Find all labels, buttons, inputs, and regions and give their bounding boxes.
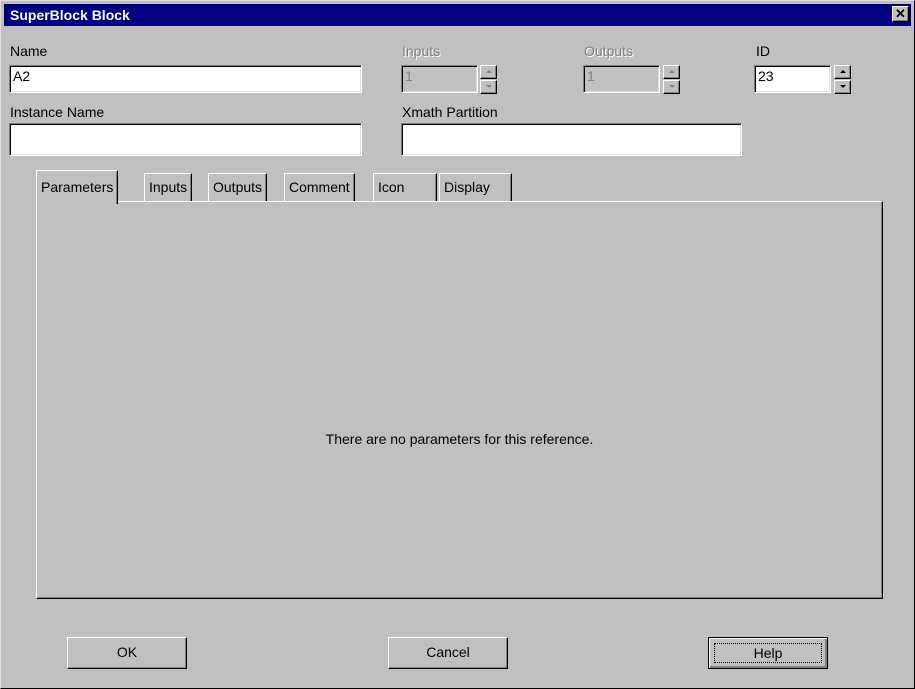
tab-parameters[interactable]: Parameters <box>36 170 119 204</box>
no-parameters-message: There are no parameters for this referen… <box>325 431 594 447</box>
tab-label: Inputs <box>149 179 188 195</box>
instance-name-field[interactable] <box>9 123 362 156</box>
tab-label: Icon <box>378 179 405 195</box>
help-button-label: Help <box>714 643 822 663</box>
outputs-field[interactable]: 1 <box>583 65 660 93</box>
help-button[interactable]: Help <box>708 637 828 669</box>
parameters-panel: There are no parameters for this referen… <box>36 201 883 599</box>
ok-button[interactable]: OK <box>67 637 187 669</box>
id-spin-down-button[interactable] <box>834 80 851 94</box>
tab-comment[interactable]: Comment <box>284 173 355 202</box>
tab-icon[interactable]: Icon <box>373 173 437 202</box>
inputs-spinner[interactable] <box>480 65 497 94</box>
tab-label: Display <box>444 179 490 195</box>
outputs-spin-down-button[interactable] <box>663 80 680 94</box>
tab-label: Comment <box>289 179 350 195</box>
superblock-dialog: SuperBlock Block ✕ Name A2 Inputs 1 Outp… <box>0 0 915 689</box>
close-icon: ✕ <box>895 6 906 21</box>
instance-name-label: Instance Name <box>10 104 105 120</box>
xmath-partition-field[interactable] <box>401 123 742 156</box>
tab-label: Parameters <box>41 179 114 195</box>
id-spin-up-button[interactable] <box>834 65 851 79</box>
id-label: ID <box>756 43 770 59</box>
name-field[interactable]: A2 <box>9 65 362 93</box>
tab-inputs[interactable]: Inputs <box>144 173 193 202</box>
inputs-spin-down-button[interactable] <box>480 80 497 94</box>
tab-outputs[interactable]: Outputs <box>208 173 268 202</box>
name-label: Name <box>10 43 48 59</box>
inputs-spin-up-button[interactable] <box>480 65 497 79</box>
window-title: SuperBlock Block <box>10 7 130 23</box>
inputs-label: Inputs <box>402 43 441 59</box>
tab-label: Outputs <box>213 179 263 195</box>
title-bar[interactable]: SuperBlock Block ✕ <box>4 4 911 26</box>
id-field[interactable]: 23 <box>754 65 831 93</box>
inputs-field[interactable]: 1 <box>401 65 478 93</box>
id-spinner[interactable] <box>834 65 851 94</box>
tab-display[interactable]: Display <box>439 173 512 202</box>
cancel-button[interactable]: Cancel <box>388 637 508 669</box>
outputs-spinner[interactable] <box>663 65 680 94</box>
outputs-label: Outputs <box>584 43 634 59</box>
outputs-spin-up-button[interactable] <box>663 65 680 79</box>
close-button[interactable]: ✕ <box>892 6 909 22</box>
xmath-partition-label: Xmath Partition <box>402 104 498 120</box>
